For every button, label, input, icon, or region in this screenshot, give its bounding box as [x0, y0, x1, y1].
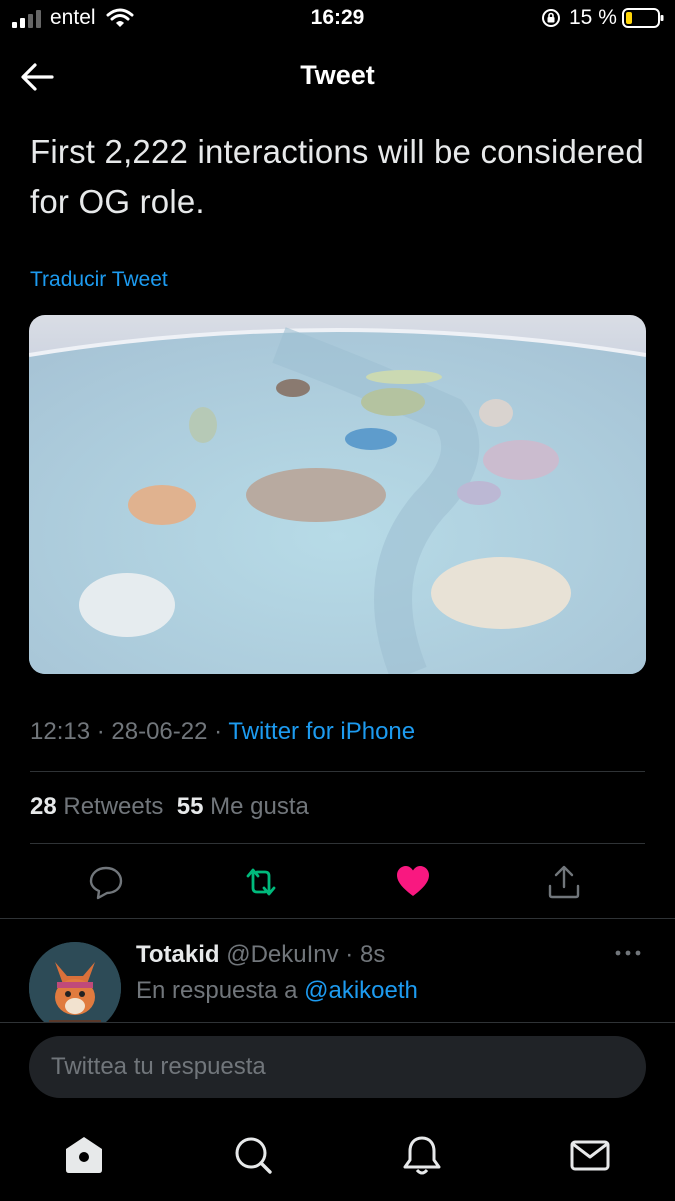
retweets-count[interactable]: 28	[30, 793, 57, 820]
tweet-timestamp: 12:13 · 28-06-22 · Twitter for iPhone	[30, 718, 416, 745]
tweet-source-link[interactable]: Twitter for iPhone	[228, 718, 415, 745]
status-bar: entel 16:29 15 %	[0, 0, 675, 40]
reply-icon[interactable]	[88, 864, 124, 900]
search-icon[interactable]	[232, 1134, 274, 1176]
translate-tweet-link[interactable]: Traducir Tweet	[30, 268, 168, 292]
tweet-date: 28-06-22	[111, 718, 208, 745]
reply-author-handle[interactable]: @DekuInv	[226, 941, 338, 968]
tweet-text: First 2,222 interactions will be conside…	[30, 133, 644, 220]
divider	[0, 918, 675, 919]
retweet-icon[interactable]	[243, 864, 279, 900]
page-title: Tweet	[300, 60, 375, 90]
clothing-render-image	[29, 315, 646, 674]
notifications-icon[interactable]	[401, 1134, 443, 1176]
reply-separator: ·	[338, 941, 360, 968]
tweet-media-image[interactable]	[29, 315, 646, 674]
battery-percent: 15 %	[569, 6, 617, 29]
replying-to-label: En respuesta a	[136, 977, 298, 1004]
likes-count[interactable]: 55	[177, 793, 204, 820]
divider	[30, 771, 645, 772]
reply-author-name[interactable]: Totakid	[136, 941, 220, 968]
rotation-lock-icon	[542, 9, 560, 27]
fox-avatar-image	[29, 942, 121, 1034]
more-options-icon[interactable]	[612, 945, 644, 961]
reply-composer-placeholder: Twittea tu respuesta	[51, 1053, 266, 1080]
like-icon[interactable]	[395, 864, 431, 900]
tweet-time: 12:13	[30, 718, 91, 745]
messages-icon[interactable]	[569, 1134, 611, 1176]
retweets-label[interactable]: Retweets	[63, 793, 163, 820]
avatar[interactable]	[29, 942, 121, 1034]
reply-composer-input[interactable]: Twittea tu respuesta	[29, 1036, 646, 1098]
battery-icon	[622, 8, 664, 28]
home-icon[interactable]	[63, 1134, 105, 1176]
share-icon[interactable]	[546, 864, 582, 900]
reply-age: 8s	[359, 941, 386, 968]
replying-to: En respuesta a @akikoeth	[136, 977, 418, 1005]
replying-to-handle[interactable]: @akikoeth	[304, 977, 418, 1004]
tweet-stats: 28 Retweets 55 Me gusta	[30, 793, 309, 821]
divider	[30, 843, 645, 844]
likes-label[interactable]: Me gusta	[210, 793, 309, 820]
reply-author[interactable]: Totakid @DekuInv · 8s	[136, 941, 385, 969]
